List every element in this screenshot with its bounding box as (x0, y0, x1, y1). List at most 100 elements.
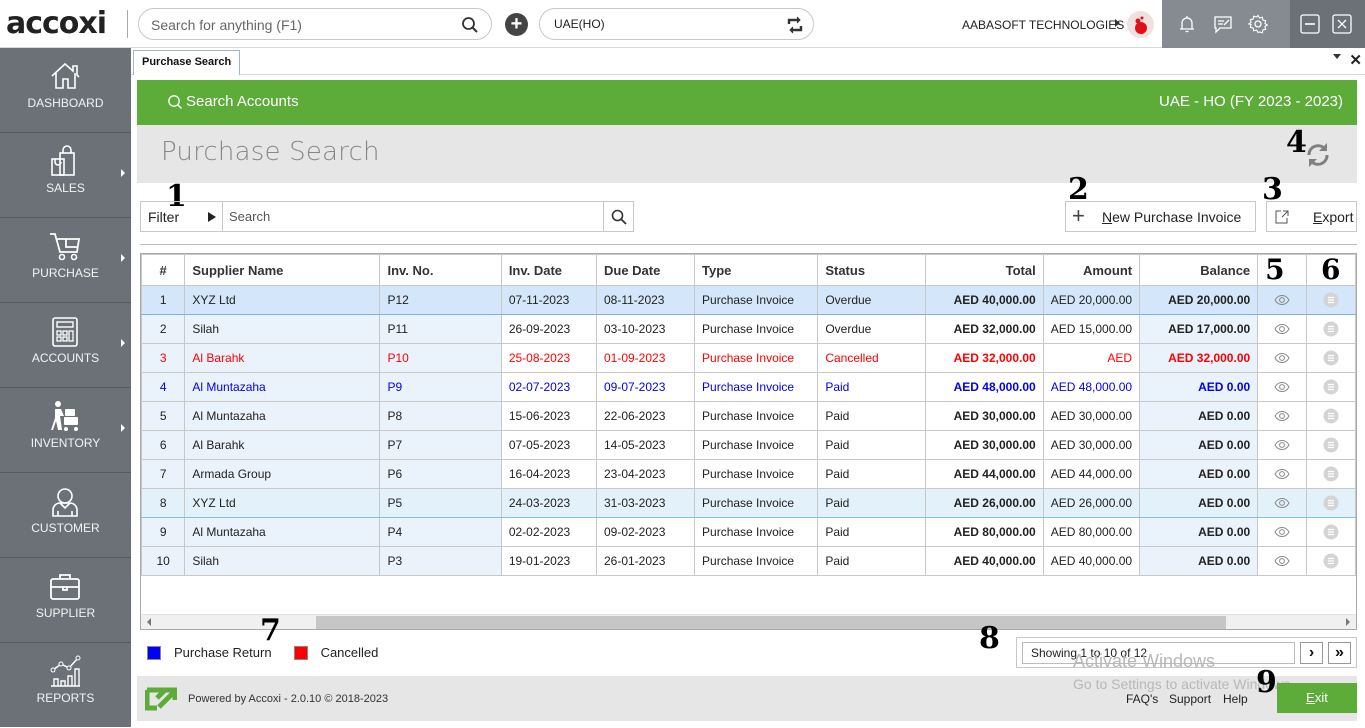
eye-icon[interactable] (1274, 498, 1290, 508)
org-avatar[interactable] (1127, 11, 1154, 38)
help-link[interactable]: Help (1223, 692, 1248, 706)
eye-icon[interactable] (1274, 469, 1290, 479)
menu-icon[interactable] (1323, 379, 1339, 395)
minimize-icon[interactable] (1300, 14, 1320, 34)
sidebar-item-reports[interactable]: REPORTS (0, 643, 131, 728)
sidebar-item-purchase[interactable]: PURCHASE (0, 218, 131, 303)
view-button[interactable] (1257, 372, 1307, 402)
search-input[interactable] (223, 202, 603, 231)
sidebar-item-dashboard[interactable]: DASHBOARD (0, 48, 131, 133)
switch-company-icon[interactable] (785, 15, 805, 35)
col-header-due-date[interactable]: Due Date (595, 254, 696, 286)
view-button[interactable] (1257, 459, 1307, 489)
scrollbar-thumb[interactable] (316, 616, 1226, 629)
row-menu-button[interactable] (1305, 285, 1356, 315)
caret-right-icon[interactable] (1115, 19, 1120, 27)
global-search-input[interactable] (151, 15, 451, 35)
view-button[interactable] (1257, 430, 1307, 460)
export-button[interactable]: Export (1266, 201, 1357, 232)
col-header-number[interactable]: # (141, 254, 186, 286)
menu-icon[interactable] (1323, 553, 1339, 569)
view-button[interactable] (1257, 517, 1307, 547)
col-header-amount[interactable]: Amount (1042, 254, 1141, 286)
sidebar-item-accounts[interactable]: ACCOUNTS (0, 303, 131, 388)
row-menu-button[interactable] (1305, 430, 1356, 460)
support-link[interactable]: Support (1169, 692, 1211, 706)
col-header-balance[interactable]: Balance (1139, 254, 1259, 286)
table-row[interactable]: 7 Armada Group P6 16-04-2023 23-04-2023 Purch… (141, 459, 1356, 489)
menu-icon[interactable] (1323, 466, 1339, 482)
row-menu-button[interactable] (1305, 343, 1356, 373)
menu-icon[interactable] (1323, 437, 1339, 453)
eye-icon[interactable] (1274, 440, 1290, 450)
menu-icon[interactable] (1323, 350, 1339, 366)
filter-button[interactable]: Filter (141, 202, 223, 231)
menu-icon[interactable] (1323, 495, 1339, 511)
table-row[interactable]: 3 Al Barahk P10 25-08-2023 01-09-2023 Purchas… (141, 343, 1356, 373)
tab-purchase-search[interactable]: Purchase Search (133, 50, 241, 75)
last-page-button[interactable]: » (1328, 642, 1351, 664)
row-menu-button[interactable] (1305, 314, 1356, 344)
refresh-icon[interactable] (1303, 139, 1333, 171)
menu-icon[interactable] (1323, 524, 1339, 540)
view-button[interactable] (1257, 343, 1307, 373)
view-button[interactable] (1257, 546, 1307, 576)
eye-icon[interactable] (1274, 382, 1290, 392)
table-row[interactable]: 9 Al Muntazaha P4 02-02-2023 09-02-2023 Purch… (141, 517, 1356, 547)
row-menu-button[interactable] (1305, 546, 1356, 576)
col-header-inv-date[interactable]: Inv. Date (500, 254, 597, 286)
eye-icon[interactable] (1274, 556, 1290, 566)
add-new-button[interactable]: + (505, 13, 528, 36)
feedback-icon[interactable] (1213, 14, 1233, 34)
eye-icon[interactable] (1274, 527, 1290, 537)
search-button[interactable] (603, 202, 633, 231)
col-header-inv-no[interactable]: Inv. No. (379, 254, 502, 286)
scroll-left-arrow-icon[interactable] (147, 618, 151, 626)
bell-icon[interactable] (1177, 14, 1197, 34)
table-row[interactable]: 4 Al Muntazaha P9 02-07-2023 09-07-2023 Purch… (141, 372, 1356, 402)
global-search[interactable] (138, 8, 492, 40)
menu-icon[interactable] (1323, 408, 1339, 424)
eye-icon[interactable] (1274, 324, 1290, 334)
view-button[interactable] (1257, 401, 1307, 431)
eye-icon[interactable] (1274, 353, 1290, 363)
faq-link[interactable]: FAQ's (1126, 692, 1158, 706)
search-accounts-link[interactable]: Search Accounts (167, 93, 299, 110)
tab-menu-dropdown-icon[interactable] (1333, 54, 1341, 59)
view-button[interactable] (1257, 488, 1307, 518)
table-row[interactable]: 10 Silah P3 19-01-2023 26-01-2023 Purchase In… (141, 546, 1356, 576)
eye-icon[interactable] (1274, 295, 1290, 305)
menu-icon[interactable] (1323, 292, 1339, 308)
row-menu-button[interactable] (1305, 488, 1356, 518)
table-row[interactable]: 5 Al Muntazaha P8 15-06-2023 22-06-2023 Purch… (141, 401, 1356, 431)
table-row[interactable]: 8 XYZ Ltd P5 24-03-2023 31-03-2023 Purchase I… (141, 488, 1356, 518)
col-header-status[interactable]: Status (817, 254, 926, 286)
sidebar-item-sales[interactable]: SALES (0, 133, 131, 218)
close-window-icon[interactable] (1332, 14, 1352, 34)
view-button[interactable] (1257, 285, 1307, 315)
close-tab-icon[interactable]: ✕ (1349, 51, 1362, 69)
search-icon[interactable] (461, 16, 479, 34)
company-selector[interactable]: UAE(HO) (539, 8, 814, 40)
next-page-button[interactable]: › (1300, 642, 1323, 664)
settings-gear-icon[interactable] (1248, 14, 1268, 34)
table-row[interactable]: 6 Al Barahk P7 07-05-2023 14-05-2023 Purchase… (141, 430, 1356, 460)
row-menu-button[interactable] (1305, 517, 1356, 547)
table-row[interactable]: 1 XYZ Ltd P12 07-11-2023 08-11-2023 Purchase … (141, 285, 1356, 315)
new-purchase-invoice-button[interactable]: + New Purchase Invoice (1065, 201, 1256, 232)
exit-button[interactable]: Exit (1277, 683, 1357, 713)
view-button[interactable] (1257, 314, 1307, 344)
horizontal-scrollbar[interactable] (141, 614, 1356, 629)
menu-icon[interactable] (1323, 321, 1339, 337)
table-row[interactable]: 2 Silah P11 26-09-2023 03-10-2023 Purchase In… (141, 314, 1356, 344)
row-menu-button[interactable] (1305, 372, 1356, 402)
sidebar-item-inventory[interactable]: INVENTORY (0, 388, 131, 473)
scroll-right-arrow-icon[interactable] (1346, 618, 1350, 626)
organization-name[interactable]: AABASOFT TECHNOLOGIES (962, 18, 1124, 32)
sidebar-item-customer[interactable]: CUSTOMER (0, 473, 131, 558)
col-header-supplier[interactable]: Supplier Name (184, 254, 381, 286)
row-menu-button[interactable] (1305, 459, 1356, 489)
col-header-total[interactable]: Total (924, 254, 1044, 286)
col-header-type[interactable]: Type (694, 254, 819, 286)
sidebar-item-supplier[interactable]: SUPPLIER (0, 558, 131, 643)
